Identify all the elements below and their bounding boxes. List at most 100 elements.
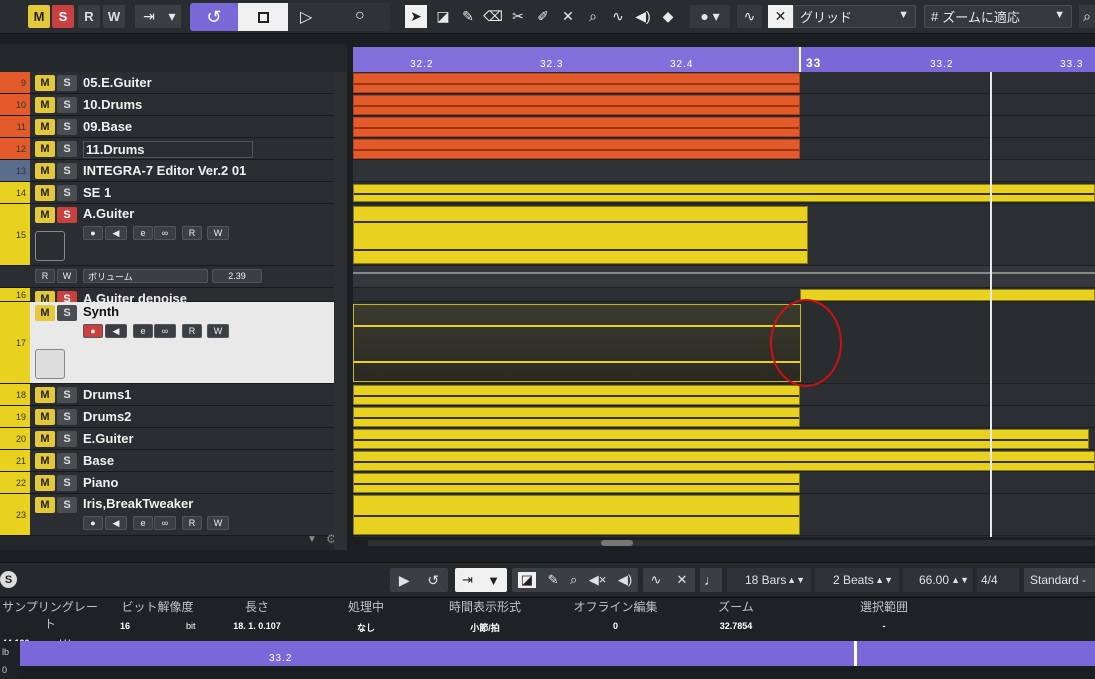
event-clip[interactable] xyxy=(353,184,1095,202)
track-row[interactable]: 23 M S Iris,BreakTweaker ● ◀ e ∞ R W xyxy=(0,494,345,536)
event-clip[interactable] xyxy=(353,429,1089,449)
scissors-icon[interactable]: ✂ xyxy=(507,5,529,28)
horizontal-scrollbar[interactable] xyxy=(368,540,1095,546)
mute-button[interactable]: M xyxy=(35,185,55,201)
sync-icon[interactable]: S xyxy=(0,571,17,588)
tempo-field[interactable]: 66.00 ▲▼ xyxy=(903,568,973,592)
track-list-scrollbar[interactable] xyxy=(334,72,347,550)
cycle-icon[interactable]: ↺ xyxy=(427,572,439,589)
track-name[interactable]: 09.Base xyxy=(83,119,132,134)
pencil-icon[interactable]: ✎ xyxy=(548,572,559,588)
automation-value[interactable]: 2.39 xyxy=(212,269,262,283)
note-icon[interactable]: ♩ xyxy=(700,568,722,592)
track-row[interactable]: 10 M S 10.Drums xyxy=(0,94,345,116)
play-icon[interactable]: ▶ xyxy=(399,572,410,589)
edit-button[interactable]: e xyxy=(133,324,153,338)
mute-button[interactable]: M xyxy=(35,497,55,513)
event-clip[interactable] xyxy=(353,473,800,493)
beats-field[interactable]: 2 Beats ▲▼ xyxy=(815,568,899,592)
event-clip[interactable] xyxy=(353,139,800,159)
mute-tool-icon[interactable]: ◀× xyxy=(589,572,607,588)
read-button[interactable]: R xyxy=(182,516,202,530)
track-row[interactable]: 9 M S 05.E.Guiter xyxy=(0,72,345,94)
solo-button[interactable]: S xyxy=(57,207,77,223)
mute-button[interactable]: M xyxy=(35,431,55,447)
automation-read-button[interactable]: R xyxy=(35,269,55,283)
mute-global-button[interactable]: M xyxy=(28,5,50,28)
write-button[interactable]: W xyxy=(207,226,229,240)
stop-icon[interactable] xyxy=(238,3,288,31)
speaker-icon[interactable]: ◀) xyxy=(618,572,632,588)
chevron-down-icon[interactable]: ▾ xyxy=(163,5,181,28)
range-tool-icon[interactable]: ◪ xyxy=(432,5,454,28)
solo-button[interactable]: S xyxy=(57,431,77,447)
cycle-icon[interactable]: ↺ xyxy=(190,3,238,31)
mute-tool-icon[interactable]: ✕ xyxy=(557,5,579,28)
track-name[interactable]: SE 1 xyxy=(83,185,111,200)
track-row[interactable]: 12 M S 11.Drums xyxy=(0,138,345,160)
solo-global-button[interactable]: S xyxy=(52,5,74,28)
record-enable-button[interactable]: ● xyxy=(83,226,103,240)
track-row[interactable]: 11 M S 09.Base xyxy=(0,116,345,138)
record-icon[interactable]: ○ xyxy=(355,7,365,25)
mute-button[interactable]: M xyxy=(35,305,55,321)
track-row[interactable]: 13 M S INTEGRA-7 Editor Ver.2 01 xyxy=(0,160,345,182)
autoscroll-toggle[interactable]: ⇥ ▼ xyxy=(455,568,507,592)
track-row[interactable]: 14 M S SE 1 xyxy=(0,182,345,204)
mute-button[interactable]: M xyxy=(35,75,55,91)
track-name[interactable]: Drums1 xyxy=(83,387,131,402)
monitor-button[interactable]: ◀ xyxy=(105,226,127,240)
edit-button[interactable]: e xyxy=(133,226,153,240)
line-tool-icon[interactable]: ∿ xyxy=(607,5,629,28)
link-icon[interactable]: ∞ xyxy=(154,516,176,530)
glue-icon[interactable]: ✐ xyxy=(532,5,554,28)
solo-button[interactable]: S xyxy=(57,185,77,201)
solo-button[interactable]: S xyxy=(57,387,77,403)
automation-parameter-select[interactable]: ボリューム xyxy=(83,269,208,283)
track-row[interactable]: 16 M S A.Guiter denoise xyxy=(0,288,345,307)
monitor-button[interactable]: ◀ xyxy=(105,516,127,530)
play-icon[interactable]: ▷ xyxy=(300,7,312,27)
mute-button[interactable]: M xyxy=(35,387,55,403)
track-name[interactable]: E.Guiter xyxy=(83,431,134,446)
mute-button[interactable]: M xyxy=(35,119,55,135)
event-clip[interactable] xyxy=(353,73,800,93)
track-name[interactable]: Base xyxy=(83,453,114,468)
signature-field[interactable]: 4/4 xyxy=(977,568,1019,592)
quantize-select[interactable]: # ズームに適応 ▼ xyxy=(924,5,1072,28)
stepper-icon[interactable]: ▲▼ xyxy=(951,575,969,585)
solo-button[interactable]: S xyxy=(57,119,77,135)
mute-button[interactable]: M xyxy=(35,453,55,469)
solo-button[interactable]: S xyxy=(57,97,77,113)
event-display[interactable] xyxy=(353,72,1095,537)
link-icon[interactable]: ∞ xyxy=(154,226,176,240)
mute-button[interactable]: M xyxy=(35,475,55,491)
track-row[interactable]: 18 M S Drums1 xyxy=(0,384,345,406)
snap-icon[interactable]: ∿ xyxy=(651,572,662,588)
track-row[interactable]: 19 M S Drums2 xyxy=(0,406,345,428)
zoom-icon[interactable]: ⌕ xyxy=(570,572,577,588)
snap-type-select[interactable]: グリッド ▼ xyxy=(793,5,916,28)
track-name[interactable]: Iris,BreakTweaker xyxy=(83,496,193,511)
scroll-thumb[interactable] xyxy=(601,540,633,546)
solo-button[interactable]: S xyxy=(57,305,77,321)
preset-select[interactable]: Standard - xyxy=(1024,568,1095,592)
track-row[interactable]: 15 M S A.Guiter ● ◀ e ∞ R W xyxy=(0,204,345,266)
write-global-button[interactable]: W xyxy=(103,5,125,28)
stepper-icon[interactable]: ▲▼ xyxy=(787,575,805,585)
color-picker-icon[interactable]: ● ▾ xyxy=(690,5,730,28)
record-enable-button[interactable]: ● xyxy=(83,516,103,530)
solo-button[interactable]: S xyxy=(57,497,77,513)
mini-ruler[interactable]: 33.2 xyxy=(20,641,1095,679)
record-enable-button[interactable]: ● xyxy=(83,324,103,338)
track-name[interactable]: Piano xyxy=(83,475,118,490)
object-select-icon[interactable]: ➤ xyxy=(405,5,427,28)
color-tool-icon[interactable]: ◆ xyxy=(657,5,679,28)
track-name[interactable]: 11.Drums xyxy=(83,141,253,158)
read-button[interactable]: R xyxy=(182,324,202,338)
snap-to-zero-icon[interactable]: ✕ xyxy=(677,572,688,588)
timeline-ruler[interactable]: 32.2 32.3 32.4 33 33.2 33.3 xyxy=(353,47,1095,72)
track-name[interactable]: 05.E.Guiter xyxy=(83,75,152,90)
track-name[interactable]: A.Guiter xyxy=(83,206,134,221)
automation-write-button[interactable]: W xyxy=(57,269,77,283)
